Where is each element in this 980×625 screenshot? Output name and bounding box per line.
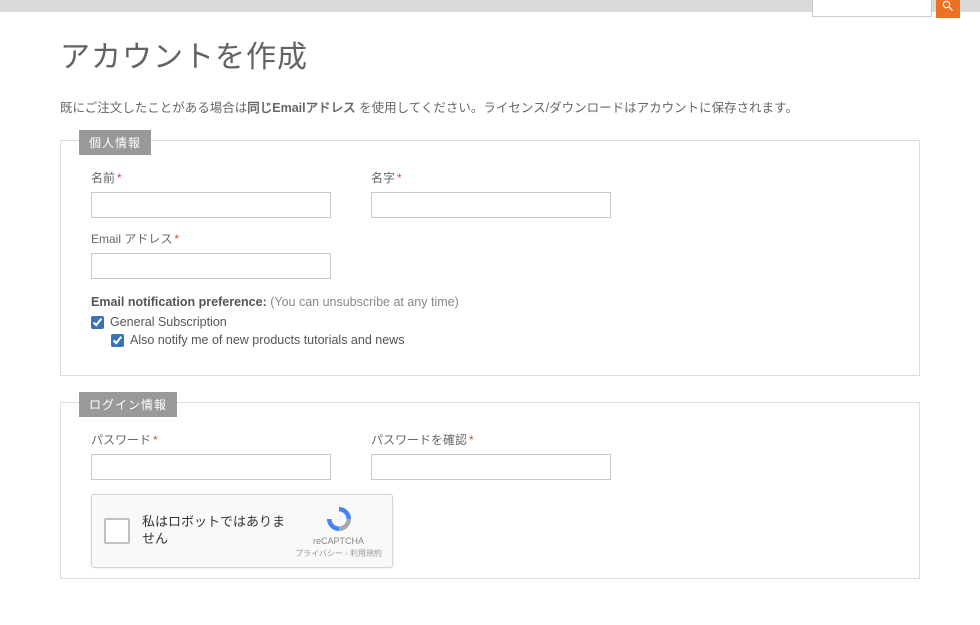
- first-name-field-wrap: 名前*: [91, 169, 331, 218]
- recaptcha-widget: 私はロボットではありません reCAPTCHA プライバシー - 利用規約: [91, 494, 393, 568]
- search-icon: [941, 0, 955, 13]
- recaptcha-terms-link[interactable]: プライバシー - 利用規約: [295, 548, 382, 559]
- first-name-input[interactable]: [91, 192, 331, 218]
- general-subscription-row: General Subscription: [91, 315, 889, 329]
- first-name-label: 名前*: [91, 169, 331, 186]
- last-name-field-wrap: 名字*: [371, 169, 611, 218]
- password-input[interactable]: [91, 454, 331, 480]
- login-info-legend: ログイン情報: [79, 392, 177, 417]
- page-title: アカウントを作成: [60, 32, 920, 76]
- instruction-post: を使用してください。ライセンス/ダウンロードはアカウントに保存されます。: [356, 101, 798, 115]
- required-marker: *: [117, 171, 122, 185]
- search-container: [812, 0, 960, 18]
- required-marker: *: [174, 232, 179, 246]
- last-name-label-text: 名字: [371, 171, 395, 185]
- first-name-label-text: 名前: [91, 171, 115, 185]
- notification-heading: Email notification preference: (You can …: [91, 295, 889, 309]
- notification-heading-strong: Email notification preference:: [91, 295, 267, 309]
- password-label: パスワード*: [91, 431, 331, 448]
- password-field-wrap: パスワード*: [91, 431, 331, 480]
- last-name-label: 名字*: [371, 169, 611, 186]
- instruction-bold: 同じEmailアドレス: [247, 101, 355, 115]
- required-marker: *: [469, 433, 474, 447]
- confirm-password-input[interactable]: [371, 454, 611, 480]
- notification-heading-note: (You can unsubscribe at any time): [270, 295, 459, 309]
- recaptcha-label: 私はロボットではありません: [142, 514, 292, 548]
- instruction-pre: 既にご注文したことがある場合は: [60, 101, 247, 115]
- search-input[interactable]: [812, 0, 932, 17]
- personal-info-fieldset: 個人情報 名前* 名字* Email: [60, 140, 920, 376]
- password-label-text: パスワード: [91, 433, 151, 447]
- login-info-fieldset: ログイン情報 パスワード* パスワードを確認* 私はロボットではあり: [60, 402, 920, 579]
- general-subscription-label: General Subscription: [110, 315, 227, 329]
- confirm-password-field-wrap: パスワードを確認*: [371, 431, 611, 480]
- search-button[interactable]: [936, 0, 960, 18]
- general-subscription-checkbox[interactable]: [91, 316, 104, 329]
- recaptcha-checkbox[interactable]: [104, 518, 130, 544]
- also-notify-row: Also notify me of new products tutorials…: [111, 333, 889, 347]
- email-field-wrap: Email アドレス*: [91, 230, 331, 279]
- top-bar: [0, 0, 980, 12]
- personal-info-legend: 個人情報: [79, 130, 151, 155]
- also-notify-label: Also notify me of new products tutorials…: [130, 333, 404, 347]
- recaptcha-logo-area: reCAPTCHA プライバシー - 利用規約: [295, 504, 382, 559]
- recaptcha-brand-name: reCAPTCHA: [295, 536, 382, 546]
- confirm-password-label: パスワードを確認*: [371, 431, 611, 448]
- email-label: Email アドレス*: [91, 230, 331, 247]
- also-notify-checkbox[interactable]: [111, 334, 124, 347]
- instruction-text: 既にご注文したことがある場合は同じEmailアドレス を使用してください。ライセ…: [60, 98, 920, 118]
- confirm-password-label-text: パスワードを確認: [371, 433, 467, 447]
- email-input[interactable]: [91, 253, 331, 279]
- last-name-input[interactable]: [371, 192, 611, 218]
- recaptcha-icon: [324, 504, 354, 534]
- email-label-text: Email アドレス: [91, 232, 172, 246]
- required-marker: *: [397, 171, 402, 185]
- notification-block: Email notification preference: (You can …: [91, 295, 889, 347]
- required-marker: *: [153, 433, 158, 447]
